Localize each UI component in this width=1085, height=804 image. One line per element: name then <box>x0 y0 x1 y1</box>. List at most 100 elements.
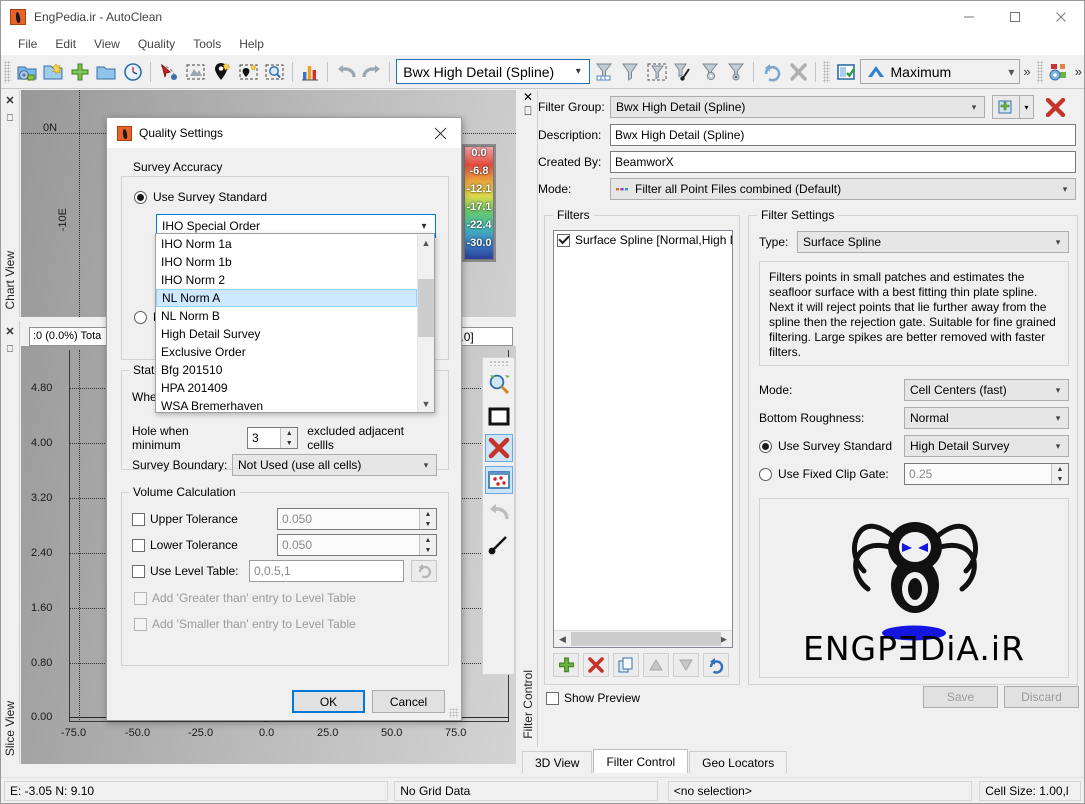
survey-standard-combo[interactable]: High Detail Survey ▾ <box>904 435 1069 457</box>
spinner-up-icon[interactable]: ▲ <box>281 428 297 438</box>
funnel-gear-icon[interactable] <box>697 59 722 85</box>
pan-icon[interactable] <box>485 530 513 558</box>
rect-select-icon[interactable] <box>485 402 513 430</box>
scroll-thumb[interactable] <box>418 279 434 337</box>
menu-item-file[interactable]: File <box>9 35 46 53</box>
spinner-up-icon[interactable]: ▲ <box>420 535 436 545</box>
menu-item-view[interactable]: View <box>85 35 129 53</box>
menu-item-help[interactable]: Help <box>230 35 273 53</box>
filters-listbox[interactable]: Surface Spline [Normal,High D ◀ ▶ <box>553 230 733 648</box>
dropdown-item-nl-norm-b[interactable]: NL Norm B <box>156 307 417 325</box>
undo-icon[interactable] <box>485 498 513 526</box>
scroll-track[interactable] <box>418 251 434 395</box>
toolbar-overflow-1[interactable]: » <box>1020 64 1033 79</box>
dialog-use-survey-standard-radio[interactable]: Use Survey Standard <box>134 190 267 204</box>
move-up-icon[interactable] <box>643 653 669 677</box>
dropdown-item-wsa-bremerhaven[interactable]: WSA Bremerhaven <box>156 397 417 415</box>
scroll-left-icon[interactable]: ◀ <box>554 631 571 647</box>
restore-icon[interactable]: ⎕ <box>7 344 13 355</box>
filter-group-toolbar-combo[interactable]: Bwx High Detail (Spline) ▾ <box>396 59 591 84</box>
dropdown-item-nl-norm-a[interactable]: NL Norm A <box>156 289 417 307</box>
survey-boundary-combo[interactable]: Not Used (use all cells) ▾ <box>232 454 437 476</box>
chart-icon[interactable] <box>298 59 323 85</box>
reset-filter-icon[interactable] <box>703 653 729 677</box>
restore-icon[interactable]: ⎕ <box>524 104 531 119</box>
dropdown-item-exclusive-order[interactable]: Exclusive Order <box>156 343 417 361</box>
marker-rect-icon[interactable] <box>236 59 261 85</box>
spinner-up-icon[interactable]: ▲ <box>1052 464 1068 474</box>
reset-icon[interactable] <box>411 560 437 582</box>
ok-button[interactable]: OK <box>292 690 365 713</box>
upper-tolerance-spinner[interactable]: 0.050 ▲ ▼ <box>277 508 437 530</box>
scroll-thumb[interactable] <box>571 632 721 646</box>
dropdown-item-bfg-201510[interactable]: Bfg 201510 <box>156 361 417 379</box>
undo-icon[interactable] <box>333 59 358 85</box>
list-item[interactable]: Surface Spline [Normal,High D <box>554 231 732 249</box>
close-icon[interactable]: ✕ <box>5 94 14 107</box>
spinner-buttons[interactable]: ▲ ▼ <box>1051 464 1068 484</box>
add-icon[interactable] <box>68 59 93 85</box>
add-greater-than-checkbox[interactable]: Add 'Greater than' entry to Level Table <box>134 591 356 605</box>
filters-hscrollbar[interactable]: ◀ ▶ <box>554 630 732 647</box>
filter-group-combo[interactable]: Bwx High Detail (Spline) ▾ <box>610 96 985 118</box>
toolbar-grip-3[interactable] <box>1036 60 1044 83</box>
zoom-rect-icon[interactable] <box>262 59 287 85</box>
level-table-input[interactable]: 0,0.5,1 <box>249 560 404 582</box>
tab-filter-control[interactable]: Filter Control <box>593 749 689 773</box>
type-combo[interactable]: Surface Spline ▾ <box>797 231 1069 253</box>
minimize-icon[interactable] <box>946 1 992 33</box>
close-icon[interactable] <box>1038 1 1084 33</box>
toolbar-grip[interactable] <box>4 60 11 83</box>
toolcol-grip[interactable] <box>488 360 509 366</box>
dropdown-item-high-detail-survey[interactable]: High Detail Survey <box>156 325 417 343</box>
hole-when-minimum-spinner[interactable]: 3 ▲ ▼ <box>247 427 299 449</box>
spinner-down-icon[interactable]: ▼ <box>281 438 297 448</box>
new-folder-icon[interactable] <box>41 59 66 85</box>
dropdown-item-hpa-201409[interactable]: HPA 201409 <box>156 379 417 397</box>
spinner-down-icon[interactable]: ▼ <box>420 519 436 529</box>
close-icon[interactable] <box>419 118 461 148</box>
description-input[interactable]: Bwx High Detail (Spline) <box>610 124 1076 146</box>
chevron-up-icon[interactable]: ▲ <box>418 234 434 251</box>
add-filter-icon[interactable] <box>553 653 579 677</box>
clock-icon[interactable] <box>121 59 146 85</box>
dropdown-item-iho-norm-2[interactable]: IHO Norm 2 <box>156 271 417 289</box>
reject-icon[interactable] <box>484 434 513 462</box>
chevron-down-icon[interactable]: ▼ <box>418 395 434 412</box>
close-icon[interactable]: ✕ <box>523 90 533 104</box>
close-icon[interactable]: ✕ <box>5 325 14 338</box>
filter-mode-combo[interactable]: Cell Centers (fast) ▾ <box>904 379 1069 401</box>
spinner-buttons[interactable]: ▲ ▼ <box>419 509 436 529</box>
menu-item-tools[interactable]: Tools <box>184 35 230 53</box>
add-group-icon[interactable] <box>992 95 1020 119</box>
menu-item-edit[interactable]: Edit <box>46 35 85 53</box>
menu-item-quality[interactable]: Quality <box>129 35 184 53</box>
delete-filter-icon[interactable] <box>583 653 609 677</box>
spinner-buttons[interactable]: ▲ ▼ <box>280 428 298 448</box>
reset-icon[interactable] <box>759 59 784 85</box>
dialog-resize-grip[interactable] <box>449 708 459 718</box>
spinner-down-icon[interactable]: ▼ <box>420 545 436 555</box>
tab-3d-view[interactable]: 3D View <box>522 751 593 773</box>
show-preview-checkbox[interactable]: Show Preview <box>546 691 640 705</box>
open-project-icon[interactable] <box>15 59 40 85</box>
zoom-icon[interactable] <box>485 370 513 398</box>
layers-gear-icon[interactable] <box>1047 59 1072 85</box>
funnel-select-icon[interactable] <box>644 59 669 85</box>
chevron-down-icon[interactable]: ▾ <box>1020 95 1034 119</box>
points-icon[interactable] <box>484 466 513 494</box>
filter-item-checkbox[interactable] <box>557 233 570 247</box>
toolbar-overflow-2[interactable]: » <box>1073 64 1084 79</box>
tab-geo-locators[interactable]: Geo Locators <box>689 751 788 773</box>
mode-combo[interactable]: Filter all Point Files combined (Default… <box>610 178 1076 200</box>
fixed-clip-gate-spinner[interactable]: 0.25 ▲ ▼ <box>904 463 1069 485</box>
add-smaller-than-checkbox[interactable]: Add 'Smaller than' entry to Level Table <box>134 617 356 631</box>
move-down-icon[interactable] <box>673 653 699 677</box>
spinner-up-icon[interactable]: ▲ <box>420 509 436 519</box>
folder-icon[interactable] <box>94 59 119 85</box>
discard-button[interactable]: Discard <box>1004 686 1079 708</box>
delete-red-x-icon[interactable] <box>1042 95 1068 119</box>
display-mode-combo[interactable]: Maximum ▾ <box>859 59 1021 84</box>
dropdown-item-iho-norm-1a[interactable]: IHO Norm 1a <box>156 235 417 253</box>
dropdown-item-iho-norm-1b[interactable]: IHO Norm 1b <box>156 253 417 271</box>
